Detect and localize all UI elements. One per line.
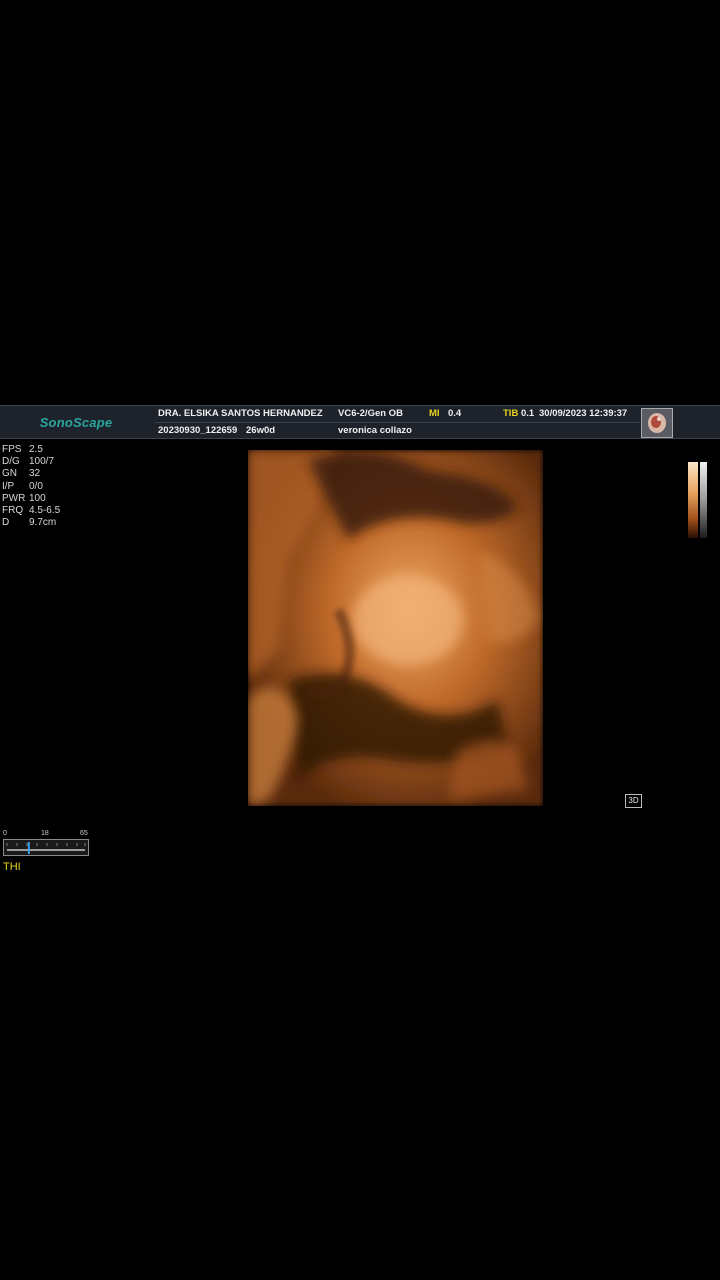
mi-label: MI [429, 408, 440, 419]
render-color-map-bar [688, 462, 698, 538]
param-row: I/P 0/0 [2, 480, 43, 492]
3d-fetal-render[interactable] [248, 450, 543, 806]
patient-name: veronica collazo [338, 425, 412, 436]
threshold-scale[interactable]: 0 18 65 [3, 830, 89, 858]
param-row: FPS 2.5 [2, 444, 43, 455]
sonoscape-logo: SonoScape [39, 414, 113, 430]
header-row-1: DRA. ELSIKA SANTOS HERNANDEZ VC6-2/Gen O… [155, 406, 640, 422]
param-row: GN 32 [2, 468, 41, 480]
header-row-2: 20230930_122659 26w0d veronica collazo [155, 422, 640, 439]
param-row: D 9.7cm [2, 517, 57, 529]
imaging-parameters: FPS 2.5 D/G 100/7 GN 32 I/P 0/0 PWR 100 FRQ 4.… [2, 444, 60, 529]
tib-label: TIB [503, 408, 519, 419]
param-row: D/G 100/7 [2, 456, 55, 468]
3d-mode-badge[interactable]: 3D [625, 794, 642, 808]
gestational-age: 26w0d [246, 425, 276, 436]
date-time: 30/09/2023 12:39:37 [539, 408, 628, 419]
scale-min-label: 0 [3, 830, 7, 837]
tib-value: 0.1 [521, 408, 535, 419]
scale-max-label: 65 [80, 830, 88, 837]
exam-id: 20230930_122659 [158, 425, 238, 436]
mi-value: 0.4 [448, 408, 462, 419]
scale-track[interactable] [3, 839, 89, 856]
probe-preset: VC6-2/Gen OB [338, 408, 403, 419]
fetus-thumbnail-icon[interactable] [641, 408, 673, 438]
scale-mid-label: 18 [41, 830, 49, 837]
thi-indicator: THI [3, 861, 21, 873]
info-header: SonoScape DRA. ELSIKA SANTOS HERNANDEZ V… [0, 405, 720, 439]
param-row: PWR 100 [2, 492, 46, 504]
gray-map-bar [700, 462, 707, 538]
doctor-name: DRA. ELSIKA SANTOS HERNANDEZ [158, 408, 323, 419]
param-row: FRQ 4.5-6.5 [2, 505, 61, 517]
